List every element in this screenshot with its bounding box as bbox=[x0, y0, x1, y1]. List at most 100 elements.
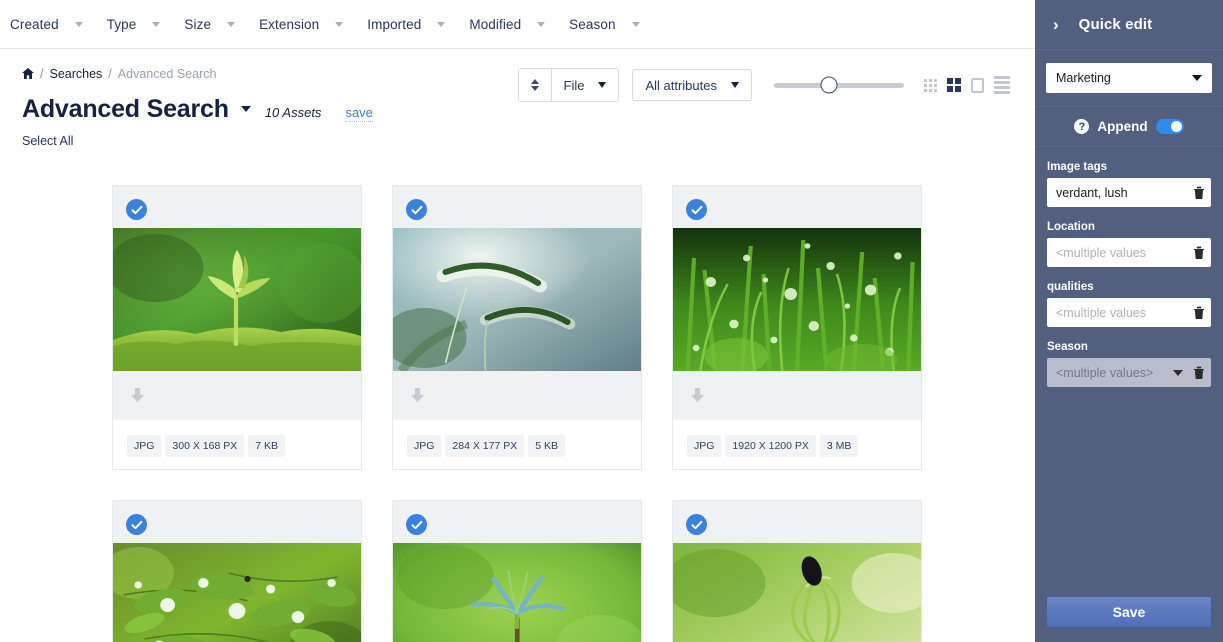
filter-label: Type bbox=[106, 16, 137, 32]
asset-dimensions: 1920 X 1200 PX bbox=[725, 435, 816, 457]
view-mode-switcher bbox=[924, 76, 1010, 94]
field-image-tags: Image tags verdant, lush bbox=[1047, 161, 1211, 207]
filter-extension[interactable]: Extension bbox=[259, 17, 353, 32]
view-small-grid-icon[interactable] bbox=[924, 78, 937, 92]
breadcrumb-separator: / bbox=[108, 67, 112, 81]
asset-filesize: 3 MB bbox=[819, 435, 859, 457]
chevron-down-icon bbox=[1192, 75, 1202, 81]
breadcrumb-searches[interactable]: Searches bbox=[49, 67, 102, 81]
slider-track bbox=[774, 82, 904, 88]
chevron-down-icon bbox=[74, 21, 83, 27]
attributes-dropdown[interactable]: All attributes bbox=[632, 69, 752, 101]
filter-label: Season bbox=[569, 16, 616, 32]
filter-imported[interactable]: Imported bbox=[367, 17, 455, 32]
card-top-band bbox=[673, 186, 921, 228]
asset-card[interactable]: JPG 284 X 177 PX 5 KB bbox=[392, 185, 642, 470]
asset-format: JPG bbox=[687, 435, 722, 457]
asset-selected-checkbox[interactable] bbox=[126, 514, 147, 535]
asset-selected-checkbox[interactable] bbox=[126, 199, 147, 220]
field-label: qualities bbox=[1047, 281, 1094, 293]
qualities-input[interactable]: <multiple values bbox=[1056, 306, 1189, 320]
trash-icon[interactable] bbox=[1193, 306, 1205, 319]
chevron-down-icon bbox=[1173, 369, 1183, 376]
asset-card[interactable]: JPG 300 X 168 PX 7 KB bbox=[112, 185, 362, 470]
view-large-grid-icon[interactable] bbox=[947, 78, 961, 92]
download-icon[interactable] bbox=[410, 387, 425, 404]
breadcrumb-current: Advanced Search bbox=[117, 67, 217, 81]
save-search-link[interactable]: save bbox=[345, 105, 373, 122]
quick-edit-panel: › Quick edit Marketing ? Append Image ta… bbox=[1035, 0, 1223, 642]
asset-selected-checkbox[interactable] bbox=[686, 199, 707, 220]
asset-thumbnail bbox=[673, 228, 921, 371]
card-top-band bbox=[673, 501, 921, 543]
asset-thumbnail bbox=[393, 543, 641, 642]
filter-label: Modified bbox=[469, 16, 522, 32]
slider-thumb[interactable] bbox=[820, 76, 838, 94]
asset-filesize: 5 KB bbox=[528, 435, 565, 457]
asset-selected-checkbox[interactable] bbox=[406, 199, 427, 220]
card-bottom-band bbox=[673, 371, 921, 420]
card-bottom-band bbox=[393, 371, 641, 420]
append-label: Append bbox=[1097, 119, 1148, 134]
home-icon[interactable] bbox=[22, 67, 34, 81]
save-button[interactable]: Save bbox=[1046, 596, 1212, 628]
season-select[interactable]: <multiple values> bbox=[1056, 366, 1169, 380]
trash-icon[interactable] bbox=[1193, 246, 1205, 259]
download-icon[interactable] bbox=[690, 387, 705, 404]
filter-bar: Created Type Size Extension Imported Mod… bbox=[0, 0, 1035, 49]
view-single-icon[interactable] bbox=[971, 77, 984, 93]
quick-edit-fields: Image tags verdant, lush Location <multi… bbox=[1035, 147, 1223, 387]
card-top-band bbox=[393, 501, 641, 543]
field-input-wrap[interactable]: <multiple values> bbox=[1047, 358, 1211, 387]
field-season: Season <multiple values> bbox=[1047, 341, 1211, 387]
select-all-link[interactable]: Select All bbox=[0, 124, 1035, 148]
field-label: Image tags bbox=[1047, 161, 1108, 173]
sort-field-dropdown[interactable]: File bbox=[550, 69, 619, 101]
download-icon[interactable] bbox=[130, 387, 145, 404]
trash-icon[interactable] bbox=[1193, 366, 1205, 379]
card-bottom-band bbox=[113, 371, 361, 420]
filter-size[interactable]: Size bbox=[184, 17, 245, 32]
sort-updown-icon bbox=[530, 79, 539, 91]
asset-thumbnail bbox=[113, 543, 361, 642]
asset-card[interactable]: JPG 1920 X 1200 PX 3 MB bbox=[672, 185, 922, 470]
asset-card[interactable]: JPG bbox=[112, 500, 362, 642]
sort-field-label: File bbox=[563, 77, 585, 93]
filter-modified[interactable]: Modified bbox=[469, 17, 555, 32]
asset-selected-checkbox[interactable] bbox=[406, 514, 427, 535]
filter-season[interactable]: Season bbox=[569, 17, 649, 32]
chevron-down-icon bbox=[227, 21, 236, 27]
filter-label: Imported bbox=[367, 16, 422, 32]
chevron-down-icon bbox=[335, 21, 344, 27]
field-input-wrap[interactable]: verdant, lush bbox=[1047, 178, 1211, 207]
preset-select-wrap: Marketing bbox=[1035, 50, 1223, 107]
preset-select[interactable]: Marketing bbox=[1046, 63, 1212, 93]
asset-selected-checkbox[interactable] bbox=[686, 514, 707, 535]
field-location: Location <multiple values bbox=[1047, 221, 1211, 267]
view-list-icon[interactable] bbox=[994, 76, 1010, 94]
title-chevron-down-icon[interactable] bbox=[240, 106, 251, 112]
asset-card[interactable]: JPG bbox=[672, 500, 922, 642]
trash-icon[interactable] bbox=[1193, 186, 1205, 199]
sort-direction-button[interactable] bbox=[518, 69, 551, 101]
field-input-wrap[interactable]: <multiple values bbox=[1047, 298, 1211, 327]
thumbnail-size-slider[interactable] bbox=[774, 69, 904, 101]
asset-metadata: JPG 284 X 177 PX 5 KB bbox=[407, 435, 565, 457]
asset-card[interactable]: JPG bbox=[392, 500, 642, 642]
filter-created[interactable]: Created bbox=[10, 17, 93, 32]
location-input[interactable]: <multiple values bbox=[1056, 246, 1189, 260]
chevron-down-icon bbox=[731, 82, 739, 88]
chevron-down-icon bbox=[631, 21, 640, 27]
asset-filesize: 7 KB bbox=[248, 435, 285, 457]
asset-format: JPG bbox=[407, 435, 442, 457]
field-input-wrap[interactable]: <multiple values bbox=[1047, 238, 1211, 267]
image-tags-input[interactable]: verdant, lush bbox=[1056, 186, 1189, 200]
filter-type[interactable]: Type bbox=[107, 17, 171, 32]
help-circle-icon[interactable]: ? bbox=[1074, 119, 1090, 134]
chevron-down-icon bbox=[537, 21, 546, 27]
card-top-band bbox=[113, 186, 361, 228]
field-label: Season bbox=[1047, 341, 1088, 353]
view-toolbar: File All attributes bbox=[517, 68, 1010, 102]
chevron-right-icon[interactable]: › bbox=[1053, 16, 1059, 33]
append-toggle[interactable] bbox=[1155, 119, 1184, 134]
